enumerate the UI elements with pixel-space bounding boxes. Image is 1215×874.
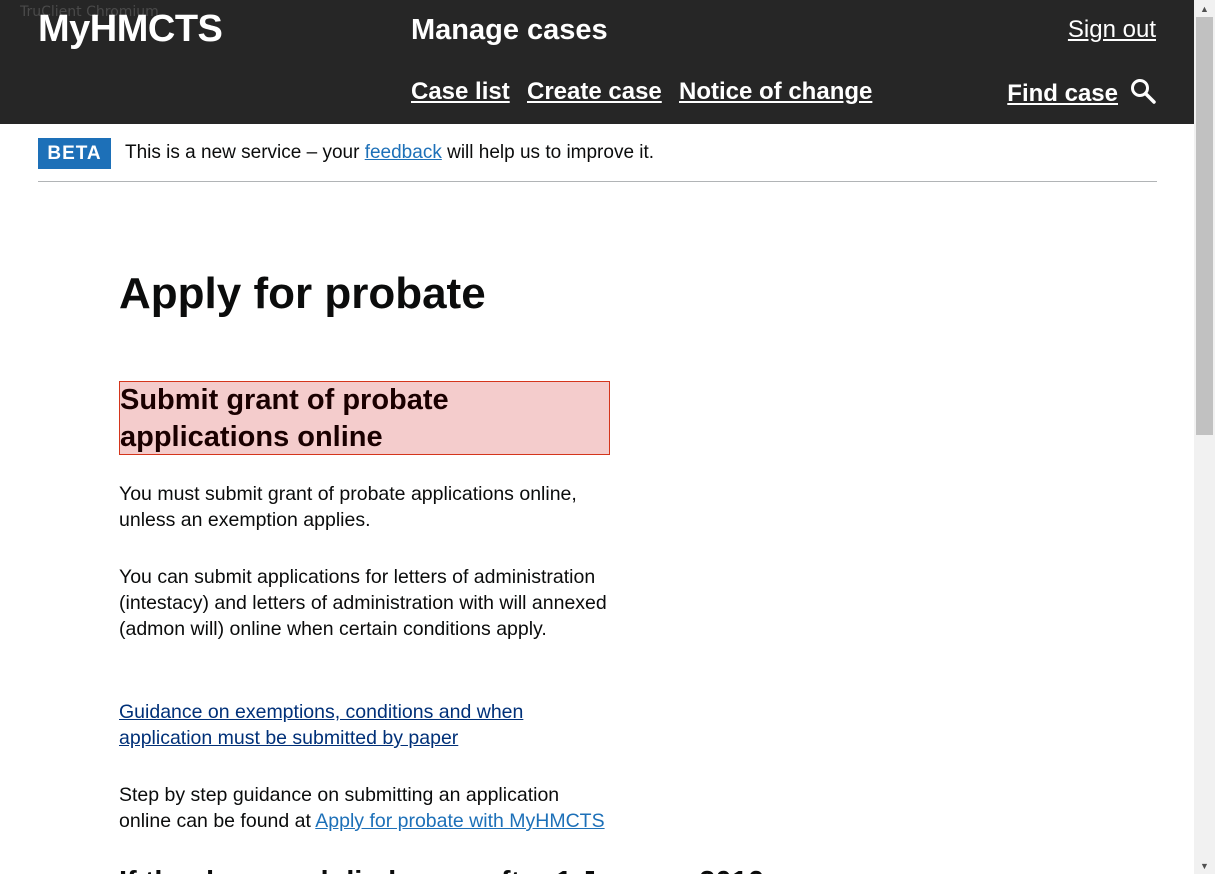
vertical-scrollbar[interactable]: ▲ ▼	[1194, 0, 1215, 874]
find-case-label[interactable]: Find case	[1007, 80, 1118, 108]
conditions-paragraph: You can submit applications for letters …	[119, 566, 607, 640]
exemption-paragraph: You must submit grant of probate applica…	[119, 483, 577, 531]
phase-banner: BETA This is a new service – your feedba…	[38, 138, 1157, 182]
scroll-down-arrow-icon[interactable]: ▼	[1194, 857, 1215, 874]
page-header: TruClient Chromium MyHMCTS Manage cases …	[0, 0, 1194, 124]
next-section-heading: If the deceased died on or after 1 Janua…	[119, 864, 764, 874]
page-title: Apply for probate	[119, 269, 486, 318]
guidance-paragraph: Guidance on exemptions, conditions and w…	[119, 699, 614, 751]
apply-for-probate-link[interactable]: Apply for probate with MyHMCTS	[315, 810, 604, 832]
phase-banner-text-end: will help us to improve it.	[441, 142, 655, 163]
beta-tag: BETA	[38, 138, 111, 169]
browser-viewport: TruClient Chromium MyHMCTS Manage cases …	[0, 0, 1194, 874]
nav-create-case[interactable]: Create case	[527, 78, 662, 106]
guidance-link[interactable]: Guidance on exemptions, conditions and w…	[119, 701, 523, 749]
service-name[interactable]: Manage cases	[411, 14, 608, 47]
brand-logo[interactable]: MyHMCTS	[38, 8, 223, 51]
nav-notice-of-change[interactable]: Notice of change	[679, 78, 872, 106]
search-icon[interactable]	[1130, 78, 1156, 109]
highlighted-section: Submit grant of probate applications onl…	[119, 381, 610, 455]
nav-case-list[interactable]: Case list	[411, 78, 510, 106]
phase-banner-text: This is a new service – your feedback wi…	[125, 142, 654, 164]
scroll-thumb[interactable]	[1196, 17, 1213, 435]
scroll-up-arrow-icon[interactable]: ▲	[1194, 0, 1215, 17]
section-heading: Submit grant of probate applications onl…	[120, 384, 449, 453]
feedback-link[interactable]: feedback	[365, 142, 442, 163]
step-by-step-paragraph: Step by step guidance on submitting an a…	[119, 782, 614, 834]
main-content: Apply for probate Submit grant of probat…	[119, 268, 764, 874]
phase-banner-text-start: This is a new service – your	[125, 142, 365, 163]
sign-out-link[interactable]: Sign out	[1068, 16, 1156, 44]
nav-find-case[interactable]: Find case	[1007, 78, 1156, 109]
